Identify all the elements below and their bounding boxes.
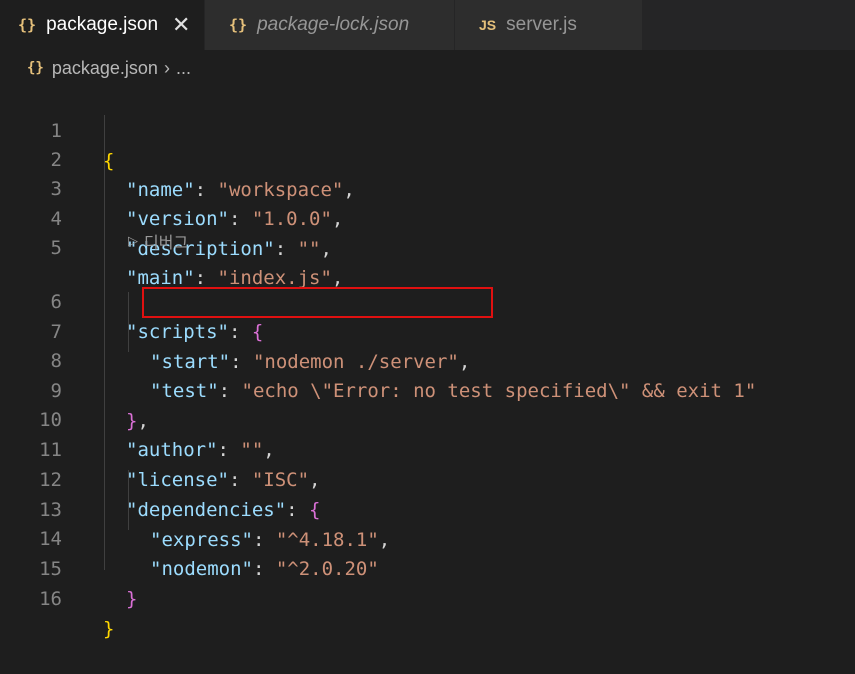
code-line: 9 }, (0, 346, 855, 432)
chevron-right-icon: › (163, 57, 170, 78)
codelens-label: 디버그 (144, 235, 189, 252)
js-file-icon: JS (479, 17, 497, 33)
line-number: 16 (39, 588, 62, 610)
highlight-box (142, 287, 493, 318)
tab-label: package-lock.json (257, 14, 410, 35)
code-line: 16 } (0, 554, 855, 640)
breadcrumb-symbol[interactable]: ... (176, 58, 191, 79)
json-file-icon: {} (18, 16, 37, 34)
code-line: 14 "nodemon": "^2.0.20" (0, 494, 855, 580)
json-file-icon: {} (229, 16, 248, 34)
brace: } (103, 618, 115, 640)
code-line: 12 "dependencies": { (0, 435, 855, 521)
code-line: 8 "test": "echo \"Error: no test specifi… (0, 316, 855, 402)
tab-label: server.js (506, 14, 577, 35)
code-line: 15 } (0, 524, 855, 610)
breadcrumb-file[interactable]: package.json (52, 58, 158, 79)
code-line: 6 "scripts": { (0, 257, 855, 343)
code-line: 2 "name": "workspace", (0, 115, 855, 201)
play-icon: ▷ (128, 233, 138, 248)
tab-label: package.json (46, 14, 159, 35)
debug-codelens[interactable]: ▷ 디버그 (128, 229, 188, 253)
code-line: 13 "express": "^4.18.1", (0, 465, 855, 551)
code-line: 3 "version": "1.0.0", (0, 144, 855, 230)
code-editor[interactable]: 1 { 2 "name": "workspace", 3 "version": … (0, 86, 855, 640)
json-file-icon: {} (27, 60, 44, 76)
tab-package-json[interactable]: {} package.json ✕ (0, 0, 205, 50)
tab-server-js[interactable]: JS server.js (455, 0, 643, 50)
close-icon[interactable]: ✕ (172, 14, 190, 36)
tab-bar: {} package.json ✕ {} package-lock.json J… (0, 0, 855, 50)
brace: } (126, 588, 138, 610)
tab-package-lock-json[interactable]: {} package-lock.json (205, 0, 455, 50)
code-line: 10 "author": "", (0, 375, 855, 461)
code-line: 11 "license": "ISC", (0, 405, 855, 491)
code-line: 4 "description": "", (0, 174, 855, 260)
breadcrumb: {} package.json › ... (0, 50, 855, 86)
code-line: 1 { (0, 86, 855, 172)
